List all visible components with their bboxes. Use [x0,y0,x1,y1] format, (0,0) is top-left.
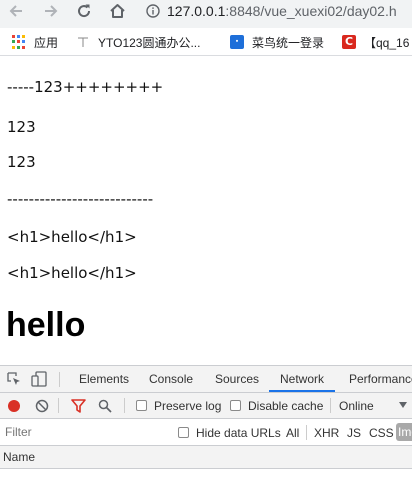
disable-cache-label: Disable cache [248,399,324,413]
hide-data-urls-checkbox[interactable] [178,427,189,438]
page-content: -----123++++++++ 123 123 ---------------… [0,56,412,365]
inspect-element-icon[interactable] [7,372,21,386]
toolbar-divider [58,398,59,413]
bookmark-label: 菜鸟统一登录 [252,35,325,50]
type-filter-css[interactable]: CSS [369,426,394,440]
home-button[interactable] [106,0,128,22]
toolbar-divider [59,372,60,387]
bookmark-label: YTO123圆通办公... [98,35,201,50]
forward-arrow-icon [45,5,58,17]
clear-icon[interactable] [35,399,49,413]
browser-toolbar: 127.0.0.1:8848/vue_xuexi02/day02.h [0,0,412,28]
url-host: 127.0.0.1 [167,3,226,19]
text-line-3: 123 [7,153,36,171]
preserve-log-checkbox[interactable] [136,400,147,411]
disable-cache-checkbox[interactable] [230,400,241,411]
filter-funnel-icon[interactable] [71,399,86,413]
tab-performance[interactable]: Performance [349,366,412,392]
tab-console[interactable]: Console [149,366,193,392]
tab-elements[interactable]: Elements [79,366,129,392]
page-heading: hello [6,306,86,344]
toolbar-divider [306,425,307,440]
tab-sources[interactable]: Sources [215,366,259,392]
toolbar-divider [330,398,331,413]
type-filter-all[interactable]: All [286,426,299,440]
back-button[interactable] [5,0,27,22]
text-line-1: -----123++++++++ [7,78,164,96]
devtools-tab-bar: Elements Console Sources Network Perform… [0,366,412,393]
record-icon[interactable] [8,400,20,412]
preserve-log-label: Preserve log [154,399,222,413]
devtools-panel: Elements Console Sources Network Perform… [0,365,412,497]
home-icon [109,4,125,18]
text-line-6: <h1>hello</h1> [7,264,137,282]
back-arrow-icon [9,5,22,17]
text-line-5: <h1>hello</h1> [7,228,137,246]
toolbar-divider [124,398,125,413]
tab-network[interactable]: Network [269,366,336,392]
cainiao-icon: ▪ [230,35,244,49]
reload-button[interactable] [73,0,95,22]
bookmark-yto[interactable]: YTO123圆通办公... [76,34,200,50]
apps-grid-icon [12,35,26,49]
bookmark-csdn[interactable]: C 【qq_16 [342,34,409,50]
url-path: :8848/vue_xuexi02/day02.h [225,3,397,19]
requests-table-header: Name [0,446,412,469]
text-line-4: --------------------------- [7,190,154,208]
device-toolbar-icon[interactable] [31,371,47,387]
filter-input[interactable] [2,422,162,442]
filter-bar: Hide data URLs All XHR JS CSS Img [0,419,412,446]
type-filter-xhr[interactable]: XHR [314,426,339,440]
bookmark-apps[interactable]: 应用 [12,34,58,50]
hide-data-urls-label: Hide data URLs [196,426,281,440]
network-toolbar: Preserve log Disable cache Online [0,393,412,419]
name-column-header[interactable]: Name [3,450,35,464]
bookmark-cainiao[interactable]: ▪ 菜鸟统一登录 [230,34,324,50]
forward-button[interactable] [40,0,62,22]
type-filter-img[interactable]: Img [396,423,412,441]
address-bar[interactable]: 127.0.0.1:8848/vue_xuexi02/day02.h [138,0,412,22]
chevron-down-icon[interactable] [399,402,407,408]
search-icon[interactable] [98,399,112,413]
csdn-icon: C [342,35,356,49]
bookmarks-bar: 应用 YTO123圆通办公... ▪ 菜鸟统一登录 C 【qq_16 [0,28,412,56]
yto-icon [76,35,90,49]
throttling-select[interactable]: Online [339,399,374,413]
reload-icon [78,4,91,18]
info-icon[interactable] [146,4,160,18]
filter-input-wrap [2,422,164,442]
text-line-2: 123 [7,118,36,136]
bookmark-label: 【qq_16 [364,35,410,50]
type-filter-js[interactable]: JS [347,426,361,440]
bookmark-label: 应用 [34,35,59,50]
